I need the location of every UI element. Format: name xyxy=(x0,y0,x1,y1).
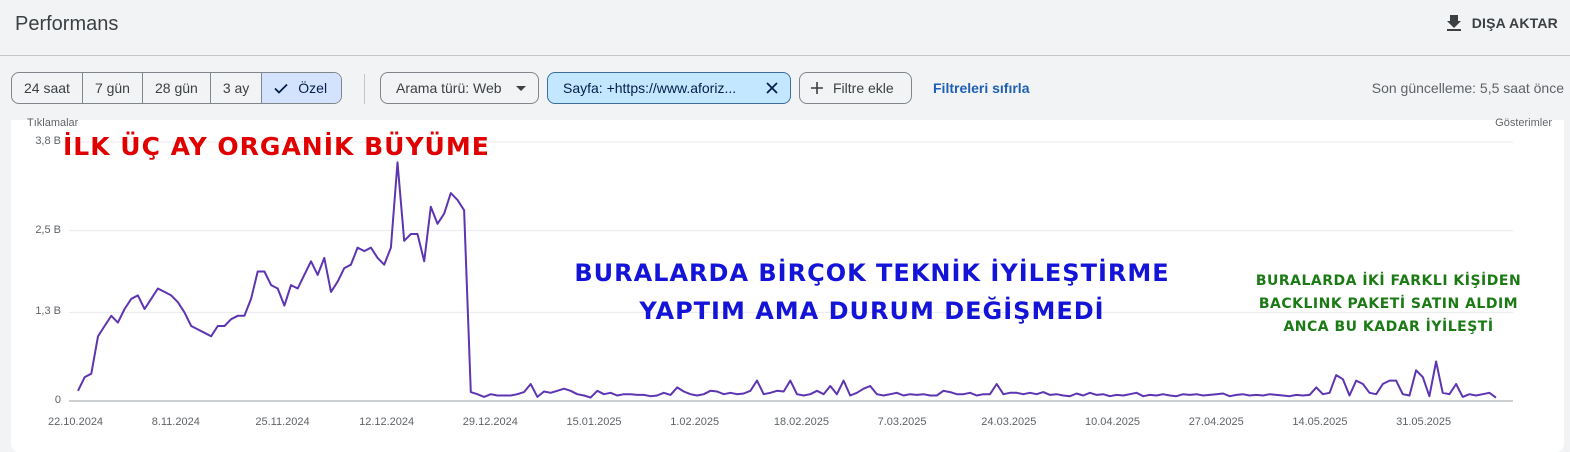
close-icon[interactable] xyxy=(764,80,780,96)
plus-icon xyxy=(811,82,823,94)
y-tick-label: 2,5 B xyxy=(35,223,61,236)
x-tick-label: 18.02.2025 xyxy=(773,416,829,428)
top-bar: Performans DIŞA AKTAR xyxy=(0,0,1570,56)
add-filter-label: Filtre ekle xyxy=(833,80,894,96)
date-range-3m[interactable]: 3 ay xyxy=(211,73,263,103)
last-update-text: Son güncelleme: 5,5 saat önce xyxy=(1371,80,1564,96)
divider xyxy=(364,74,365,104)
add-filter-button[interactable]: Filtre ekle xyxy=(799,72,912,104)
performance-chart-card: Tıklamalar Gösterimler 0 1,3 B 2,5 B 3,8 B … xyxy=(11,117,1564,452)
x-tick-label: 25.11.2024 xyxy=(255,416,310,428)
annotation-green-line-1: BURALARDA İKİ FARKLI KİŞİDEN xyxy=(1255,273,1522,289)
caret-down-icon xyxy=(516,86,526,91)
search-type-dropdown[interactable]: Arama türü: Web xyxy=(380,72,539,104)
x-tick-label: 24.03.2025 xyxy=(981,416,1037,428)
date-range-7d[interactable]: 7 gün xyxy=(83,73,143,103)
x-tick-label: 29.12.2024 xyxy=(462,416,518,428)
annotation-backlinks: BURALARDA İKİ FARKLI KİŞİDEN BACKLINK PA… xyxy=(1236,270,1541,339)
x-tick-label: 22.10.2024 xyxy=(48,416,104,428)
y-tick-label: 3,8 B xyxy=(35,135,61,147)
export-label: DIŞA AKTAR xyxy=(1471,15,1558,31)
date-range-custom[interactable]: Özel xyxy=(262,73,342,103)
y-tick-label: 1,3 B xyxy=(35,305,61,318)
export-button[interactable]: DIŞA AKTAR xyxy=(1446,14,1558,32)
search-type-label: Arama türü: Web xyxy=(396,80,502,96)
annotation-green-line-3: ANCA BU KADAR İYİLEŞTİ xyxy=(1283,319,1494,335)
date-range-custom-label: Özel xyxy=(298,80,328,96)
page-filter-chip[interactable]: Sayfa: +https://www.aforiz... xyxy=(547,72,791,104)
date-range-28d[interactable]: 28 gün xyxy=(143,73,211,103)
x-tick-label: 8.11.2024 xyxy=(151,416,200,428)
x-tick-label: 7.03.2025 xyxy=(877,416,927,428)
date-range-24h[interactable]: 24 saat xyxy=(12,73,83,103)
check-icon xyxy=(274,83,288,94)
filter-bar: 24 saat 7 gün 28 gün 3 ay Özel Arama tür… xyxy=(0,56,1570,120)
annotation-organic-growth: İLK ÜÇ AY ORGANİK BÜYÜME xyxy=(63,132,490,161)
download-icon xyxy=(1446,15,1461,31)
page-filter-label: Sayfa: +https://www.aforiz... xyxy=(563,80,737,96)
annotation-blue-line-1: BURALARDA BİRÇOK TEKNİK İYİLEŞTİRME xyxy=(574,259,1170,287)
date-range-selector: 24 saat 7 gün 28 gün 3 ay Özel xyxy=(11,72,343,104)
page-title: Performans xyxy=(15,13,119,35)
annotation-blue-line-2: YAPTIM AMA DURUM DEĞİŞMEDİ xyxy=(639,297,1105,325)
x-tick-label: 14.05.2025 xyxy=(1292,416,1348,428)
x-tick-label: 15.01.2025 xyxy=(566,416,622,428)
annotation-green-line-2: BACKLINK PAKETİ SATIN ALDIM xyxy=(1258,296,1519,312)
y-tick-label: 0 xyxy=(54,394,61,406)
reset-filters-link[interactable]: Filtreleri sıfırla xyxy=(933,80,1029,96)
x-tick-label: 27.04.2025 xyxy=(1188,416,1244,428)
x-tick-label: 12.12.2024 xyxy=(359,416,415,428)
annotation-technical-improvements: BURALARDA BİRÇOK TEKNİK İYİLEŞTİRME YAPT… xyxy=(527,254,1217,330)
x-tick-label: 1.02.2025 xyxy=(670,416,720,428)
x-tick-label: 10.04.2025 xyxy=(1085,416,1141,428)
x-tick-label: 31.05.2025 xyxy=(1396,416,1452,428)
